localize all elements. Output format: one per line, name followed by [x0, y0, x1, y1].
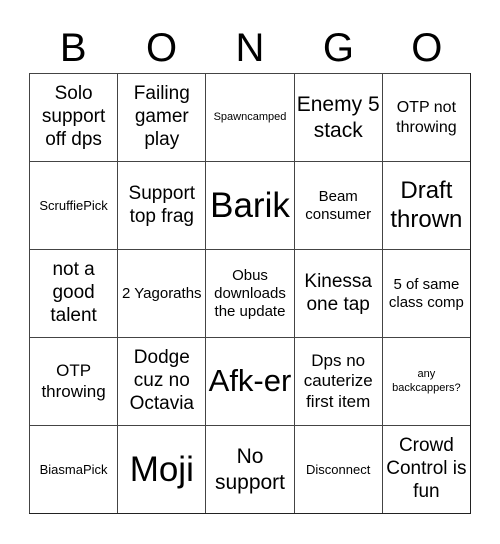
bingo-cell[interactable]: Disconnect — [293, 425, 382, 513]
bingo-header: B O N G O — [29, 22, 471, 74]
bingo-card-grid: Solo support off dps Failing gamer play … — [29, 73, 471, 514]
bingo-cell[interactable]: Spawncamped — [205, 73, 294, 161]
bingo-cell[interactable]: Obus downloads the update — [205, 249, 294, 337]
header-letter-o2: O — [411, 26, 443, 70]
bingo-cell[interactable]: Support top frag — [117, 161, 206, 249]
bingo-cell[interactable]: Kinessa one tap — [293, 249, 382, 337]
bingo-cell[interactable]: Afk-er — [205, 337, 294, 425]
bingo-cell[interactable]: not a good talent — [29, 249, 118, 337]
header-letter-b: B — [59, 26, 87, 70]
bingo-cell[interactable]: 5 of same class comp — [381, 249, 470, 337]
header-letter-n: N — [235, 26, 265, 70]
header-letter-o: O — [146, 26, 178, 70]
bingo-cell[interactable]: 2 Yagoraths — [117, 249, 206, 337]
bingo-cell[interactable]: Enemy 5 stack — [293, 73, 382, 161]
bingo-cell[interactable]: Moji — [117, 425, 206, 513]
bingo-cell[interactable]: Dodge cuz no Octavia — [117, 337, 206, 425]
bingo-cell[interactable]: Beam consumer — [293, 161, 382, 249]
bingo-cell[interactable]: ScruffiePick — [29, 161, 118, 249]
bingo-cell[interactable]: OTP not throwing — [381, 73, 470, 161]
bingo-cell[interactable]: Draft thrown — [381, 161, 470, 249]
bingo-cell[interactable]: Solo support off dps — [29, 73, 118, 161]
bingo-cell[interactable]: any backcappers? — [381, 337, 470, 425]
bingo-cell[interactable]: OTP throwing — [29, 337, 118, 425]
header-letter-g: G — [322, 26, 354, 70]
bingo-cell[interactable]: Failing gamer play — [117, 73, 206, 161]
bingo-cell[interactable]: Dps no cauterize first item — [293, 337, 382, 425]
bingo-cell[interactable]: Barik — [205, 161, 294, 249]
bingo-cell[interactable]: BiasmaPick — [29, 425, 118, 513]
bingo-cell[interactable]: No support — [205, 425, 294, 513]
bingo-cell[interactable]: Crowd Control is fun — [381, 425, 470, 513]
